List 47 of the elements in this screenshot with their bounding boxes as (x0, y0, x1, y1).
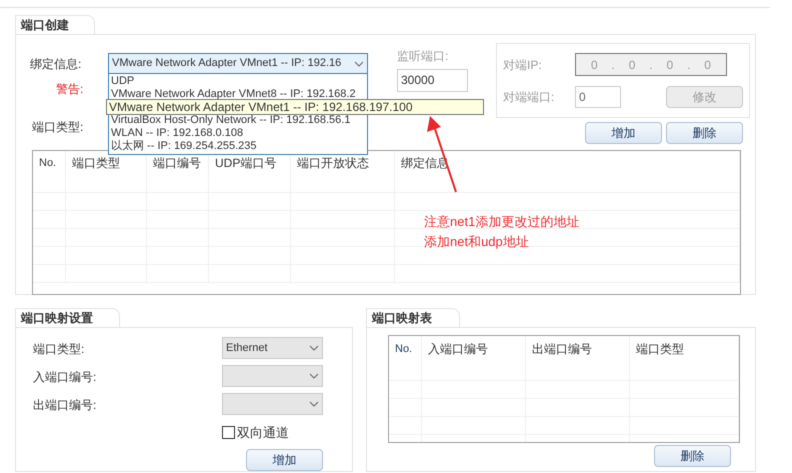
column-header: 端口开放状态 (291, 151, 395, 175)
column-header: 端口编号 (147, 151, 209, 175)
column-header: No. (33, 151, 66, 175)
warning-label: 警告: (56, 82, 84, 96)
ip-octet: 0 (704, 56, 711, 74)
select-dropdown[interactable] (222, 393, 323, 415)
add-button[interactable]: 增加 (246, 448, 323, 470)
column-header: No. (389, 336, 422, 363)
field-label: 端口类型: (32, 120, 84, 134)
field-label: 对端IP: (503, 56, 543, 74)
field-label: 对端端口: (503, 89, 556, 106)
delete-button[interactable]: 删除 (666, 122, 743, 144)
column-header: UDP端口号 (209, 151, 291, 175)
field-label: 入端口编号: (33, 369, 98, 385)
select-dropdown[interactable] (222, 365, 323, 387)
column-header: 入端口编号 (422, 336, 526, 363)
ip-octet: 0 (666, 56, 674, 74)
chevron-down-icon (354, 60, 364, 66)
binding-dropdown[interactable]: VMware Network Adapter VMnet1 -- IP: 192.16 (108, 53, 368, 74)
dropdown-option[interactable]: 以太网 -- IP: 169.254.255.235 (111, 140, 257, 152)
checkbox-label: 双向通道 (237, 424, 289, 442)
annotation-text: 注意net1添加更改过的地址 (424, 213, 580, 231)
chevron-down-icon (309, 373, 319, 379)
field-label: 端口类型: (33, 341, 86, 357)
delete-button[interactable]: 删除 (654, 445, 731, 467)
annotation-text: 添加net和udp地址 (424, 233, 530, 251)
chevron-down-icon (309, 401, 319, 407)
column-header: 端口类型 (66, 151, 147, 175)
ip-separator: . (687, 56, 690, 74)
select-dropdown[interactable]: Ethernet (222, 337, 323, 359)
ip-separator: . (649, 56, 653, 74)
dropdown-option[interactable]: VirtualBox Host-Only Network -- IP: 192.168.56.1 (111, 114, 350, 126)
checkbox[interactable] (222, 426, 235, 440)
field-label: 出端口编号: (33, 397, 98, 413)
dropdown-option[interactable]: UDP (111, 75, 134, 87)
column-header: 出端口编号 (526, 336, 630, 363)
add-button[interactable]: 增加 (585, 122, 662, 144)
dropdown-option[interactable]: VMware Network Adapter VMnet8 -- IP: 192.168.2 (111, 88, 356, 100)
ip-octet: 0 (628, 56, 636, 74)
field-label: 绑定信息: (30, 56, 82, 72)
column-header: 端口类型 (630, 336, 739, 363)
ip-separator: . (612, 56, 615, 74)
option-tooltip[interactable]: VMware Network Adapter VMnet1 -- IP: 192.168.197.100 (106, 99, 484, 115)
ip-octet: 0 (590, 56, 598, 74)
field-label: 监听端口: (397, 48, 450, 65)
dropdown-option[interactable]: WLAN -- IP: 192.168.0.108 (111, 127, 244, 139)
chevron-down-icon (309, 345, 319, 351)
